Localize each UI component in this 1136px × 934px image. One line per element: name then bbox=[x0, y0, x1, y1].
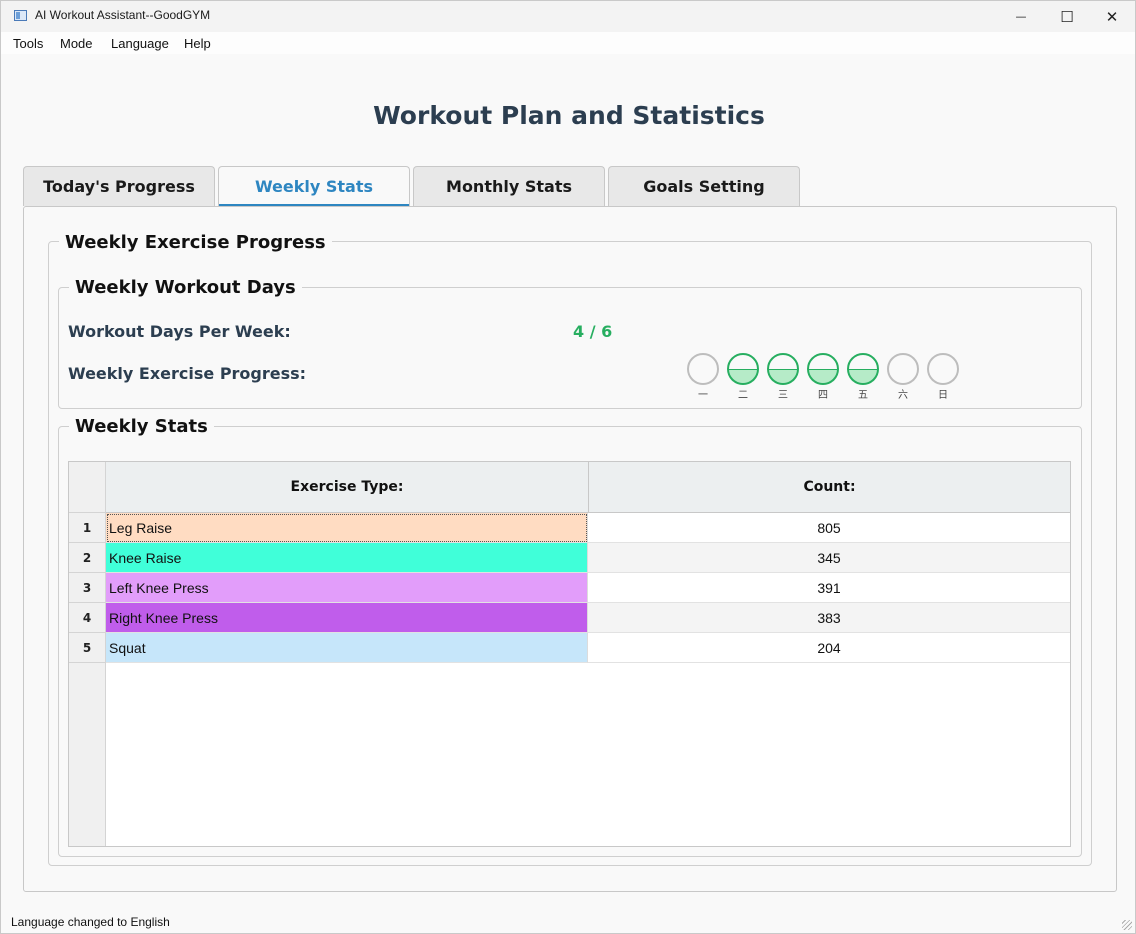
menu-help[interactable]: Help bbox=[184, 36, 211, 51]
day-done-circle-icon bbox=[727, 353, 759, 385]
weekday-label: 一 bbox=[698, 390, 708, 401]
table-row[interactable]: 2 Knee Raise 345 bbox=[69, 543, 1070, 573]
table-row[interactable]: 5 Squat 204 bbox=[69, 633, 1070, 663]
exercise-type-cell[interactable]: Knee Raise bbox=[106, 543, 588, 573]
table-row[interactable]: 1 Leg Raise 805 bbox=[69, 513, 1070, 543]
day-done-circle-icon bbox=[767, 353, 799, 385]
weekday-indicator: 一 bbox=[687, 353, 719, 401]
row-header[interactable]: 5 bbox=[69, 633, 106, 663]
day-empty-circle-icon bbox=[927, 353, 959, 385]
exercise-type-cell[interactable]: Squat bbox=[106, 633, 588, 663]
row-header[interactable]: 1 bbox=[69, 513, 106, 543]
exercise-type-cell[interactable]: Right Knee Press bbox=[106, 603, 588, 633]
tab-weekly-stats[interactable]: Weekly Stats bbox=[218, 166, 410, 206]
column-header-label: Exercise Type: bbox=[290, 479, 404, 495]
tab-label: Monthly Stats bbox=[446, 177, 572, 196]
tab-monthly-stats[interactable]: Monthly Stats bbox=[413, 166, 605, 206]
exercise-stats-table[interactable]: Exercise Type: Count: 1 Leg Raise 805 2 Knee… bbox=[68, 461, 1071, 847]
weekly-stats-title: Weekly Stats bbox=[69, 416, 214, 437]
weekly-progress-label: Weekly Exercise Progress: bbox=[68, 364, 307, 383]
weekday-label: 日 bbox=[938, 390, 948, 401]
page-title: Workout Plan and Statistics bbox=[373, 101, 765, 130]
maximize-button[interactable]: ☐ bbox=[1044, 1, 1090, 32]
weekday-label: 四 bbox=[818, 390, 828, 401]
day-done-circle-icon bbox=[847, 353, 879, 385]
menu-language[interactable]: Language bbox=[111, 36, 169, 51]
weekly-exercise-progress-title: Weekly Exercise Progress bbox=[59, 232, 332, 253]
minimize-button[interactable]: — bbox=[998, 1, 1044, 32]
menu-bar bbox=[1, 32, 1135, 54]
count-cell[interactable]: 204 bbox=[588, 633, 1070, 663]
workout-days-value: 4 / 6 bbox=[573, 322, 613, 341]
tab-label: Goals Setting bbox=[643, 177, 765, 196]
tab-label: Weekly Stats bbox=[254, 177, 374, 196]
table-row[interactable]: 4 Right Knee Press 383 bbox=[69, 603, 1070, 633]
weekday-label: 三 bbox=[778, 390, 788, 401]
status-bar-message: Language changed to English bbox=[11, 915, 170, 929]
weekday-indicator: 日 bbox=[927, 353, 959, 401]
weekday-indicator: 六 bbox=[887, 353, 919, 401]
count-cell[interactable]: 805 bbox=[588, 513, 1070, 543]
exercise-type-cell[interactable]: Left Knee Press bbox=[106, 573, 588, 603]
count-cell[interactable]: 383 bbox=[588, 603, 1070, 633]
row-header[interactable]: 4 bbox=[69, 603, 106, 633]
maximize-icon: ☐ bbox=[1060, 7, 1074, 26]
weekday-indicator: 四 bbox=[807, 353, 839, 401]
day-empty-circle-icon bbox=[887, 353, 919, 385]
count-cell[interactable]: 391 bbox=[588, 573, 1070, 603]
app-icon bbox=[14, 10, 27, 21]
day-done-circle-icon bbox=[807, 353, 839, 385]
day-empty-circle-icon bbox=[687, 353, 719, 385]
title-bar[interactable]: AI Workout Assistant--GoodGYM — ☐ ✕ bbox=[1, 1, 1135, 32]
resize-grip-icon[interactable] bbox=[1122, 920, 1132, 930]
weekly-workout-days-title: Weekly Workout Days bbox=[69, 277, 302, 298]
weekday-indicator: 二 bbox=[727, 353, 759, 401]
column-header-exercise-type[interactable]: Exercise Type: bbox=[106, 462, 589, 513]
row-header[interactable]: 3 bbox=[69, 573, 106, 603]
app-window: AI Workout Assistant--GoodGYM — ☐ ✕ Tool… bbox=[0, 0, 1136, 934]
menu-tools[interactable]: Tools bbox=[13, 36, 43, 51]
window-title: AI Workout Assistant--GoodGYM bbox=[35, 8, 211, 22]
weekday-indicator: 三 bbox=[767, 353, 799, 401]
table-corner-button[interactable] bbox=[69, 462, 106, 513]
weekday-label: 二 bbox=[738, 390, 748, 401]
row-header[interactable]: 2 bbox=[69, 543, 106, 573]
tab-todays-progress[interactable]: Today's Progress bbox=[23, 166, 215, 206]
exercise-type-cell[interactable]: Leg Raise bbox=[106, 513, 588, 543]
count-cell[interactable]: 345 bbox=[588, 543, 1070, 573]
column-header-label: Count: bbox=[803, 479, 856, 495]
table-row[interactable]: 3 Left Knee Press 391 bbox=[69, 573, 1070, 603]
minimize-icon: — bbox=[1015, 10, 1027, 23]
workout-days-label: Workout Days Per Week: bbox=[68, 322, 291, 341]
weekday-indicator: 五 bbox=[847, 353, 879, 401]
menu-mode[interactable]: Mode bbox=[60, 36, 93, 51]
tab-goals-setting[interactable]: Goals Setting bbox=[608, 166, 800, 206]
column-header-count[interactable]: Count: bbox=[589, 462, 1070, 513]
weekday-label: 五 bbox=[858, 390, 868, 401]
close-icon: ✕ bbox=[1105, 7, 1119, 26]
weekday-label: 六 bbox=[898, 390, 908, 401]
tab-label: Today's Progress bbox=[43, 177, 195, 196]
close-button[interactable]: ✕ bbox=[1089, 1, 1135, 32]
